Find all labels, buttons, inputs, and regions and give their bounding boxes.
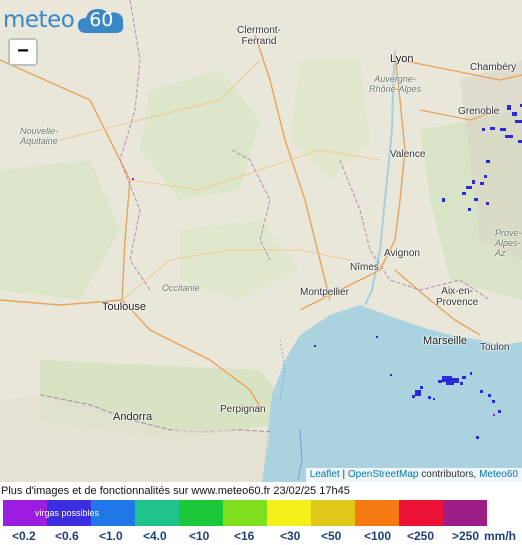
region-provence-alpes: Prove- Alpes- Az (495, 228, 522, 258)
map-attribution: Leaflet | OpenStreetMap contributors, Me… (305, 468, 522, 482)
legend-swatch (311, 500, 355, 526)
legend-label: <30 (280, 529, 301, 543)
leaflet-link[interactable]: Leaflet (310, 469, 340, 480)
city-nimes: Nîmes (350, 262, 379, 273)
city-grenoble: Grenoble (458, 106, 500, 117)
logo-number: 60 (89, 9, 114, 31)
legend-label: <4.0 (143, 529, 167, 543)
region-auvergne-rhone-alpes: Auvergne- Rhône-Alpes (369, 74, 422, 94)
legend-swatch (223, 500, 267, 526)
virgas-label: virgas possibles (35, 508, 100, 518)
legend-unit: mm/h (484, 529, 517, 543)
city-valence: Valence (390, 149, 426, 160)
legend-swatch (443, 500, 487, 526)
region-occitanie: Occitanie (162, 283, 200, 293)
legend-swatch (179, 500, 223, 526)
region-nouvelle-aquitaine: Nouvelle- Aquitaine (20, 126, 59, 146)
city-andorra: Andorra (113, 411, 153, 423)
city-marseille: Marseille (423, 335, 468, 347)
city-montpellier: Montpellier (300, 287, 349, 298)
legend-label: >250 (452, 529, 480, 543)
legend-label: <250 (407, 529, 435, 543)
cloud-icon: 60 (76, 5, 126, 35)
city-toulon: Toulon (480, 342, 510, 353)
legend-label: <100 (364, 529, 392, 543)
logo-word: meteo (3, 7, 75, 33)
legend-label: <0.2 (12, 529, 36, 543)
legend-label: <10 (189, 529, 210, 543)
legend-label: <16 (234, 529, 255, 543)
legend-label: <50 (321, 529, 342, 543)
openstreetmap-link[interactable]: OpenStreetMap (348, 469, 419, 480)
legend-swatch (267, 500, 311, 526)
city-lyon: Lyon (390, 53, 414, 65)
legend-swatch (135, 500, 179, 526)
city-toulouse: Toulouse (102, 301, 147, 313)
footer-info: Plus d'images et de fonctionnalités sur … (1, 485, 350, 497)
city-clermont-ferrand: Clermont- Ferrand (237, 25, 281, 47)
legend-swatch (399, 500, 443, 526)
radar-map[interactable]: meteo 60 − Clermont- Ferrand Lyon Chambé… (0, 0, 522, 482)
meteo60-link[interactable]: Meteo60 (479, 469, 518, 480)
legend-label: <1.0 (99, 529, 123, 543)
meteo60-logo[interactable]: meteo 60 (3, 5, 126, 35)
city-aix-en-provence: Aix-en- Provence (436, 286, 479, 308)
attribution-separator: | (339, 469, 348, 480)
city-chambery: Chambéry (470, 62, 517, 73)
legend-label: <0.6 (55, 529, 79, 543)
city-perpignan: Perpignan (220, 404, 266, 415)
attribution-contributors: contributors, (418, 469, 480, 480)
zoom-out-button[interactable]: − (8, 38, 38, 66)
legend-swatch (355, 500, 399, 526)
city-avignon: Avignon (384, 248, 420, 259)
legend-labels: <0.2 <0.6 <1.0 <4.0 <10 <16 <30 <50 <100 <250 >250… (0, 529, 522, 543)
